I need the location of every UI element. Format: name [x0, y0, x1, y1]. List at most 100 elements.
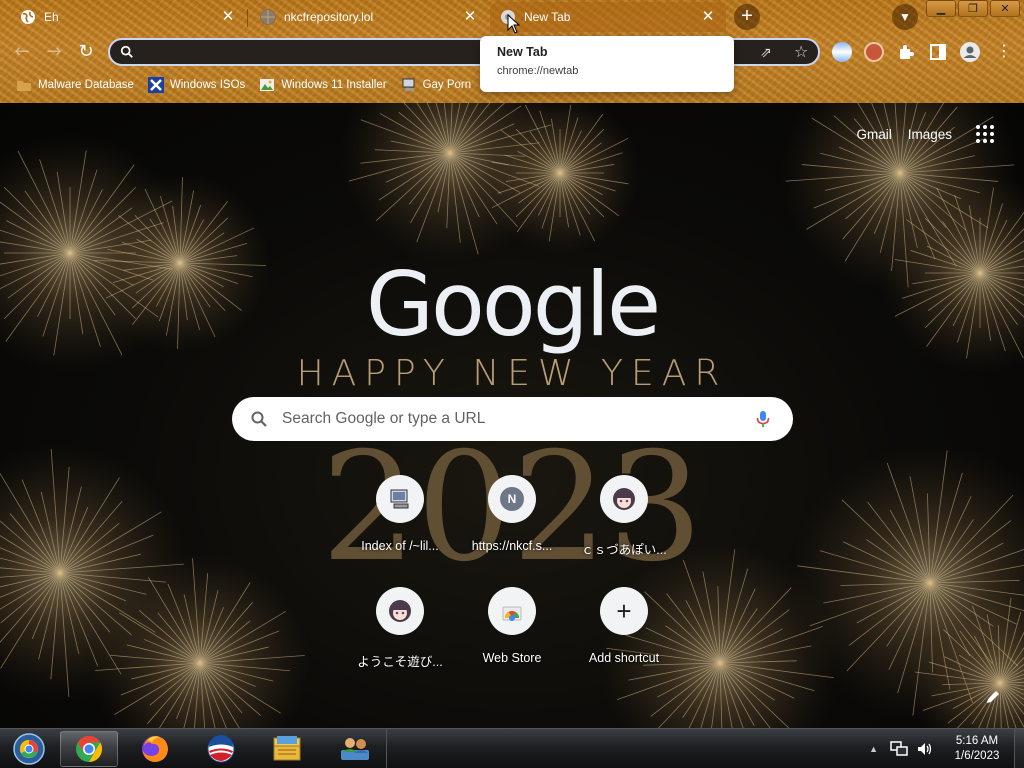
system-tray: ▲ 5:16 AM 1/6/2023 [869, 729, 1024, 768]
taskbar: ▲ 5:16 AM 1/6/2023 [0, 728, 1024, 768]
clock[interactable]: 5:16 AM 1/6/2023 [940, 734, 1014, 764]
anime-avatar-icon [376, 587, 424, 635]
obama-logo-icon [207, 735, 235, 763]
show-desktop-button[interactable] [1014, 729, 1024, 768]
pencil-customize-icon[interactable] [984, 688, 1002, 706]
computer-icon [401, 77, 417, 93]
shortcut-youkoso[interactable]: ようこそ遊び... [344, 587, 456, 670]
x-logo-icon [147, 77, 164, 93]
google-logo[interactable]: Google [0, 253, 1024, 356]
letter-n-icon: N [488, 475, 536, 523]
extension-icon[interactable] [832, 42, 852, 62]
tab-nkcfrepository[interactable]: nkcfrepository.lol ✕ [250, 2, 488, 32]
tab-title: nkcfrepository.lol [284, 10, 374, 24]
computer-icon [376, 475, 424, 523]
folder-icon [16, 77, 32, 93]
profile-avatar[interactable] [960, 42, 980, 62]
shortcut-web-store[interactable]: Web Store [456, 587, 568, 665]
taskbar-divider [386, 729, 387, 768]
start-button[interactable] [0, 731, 58, 767]
mouse-cursor-icon [507, 14, 521, 34]
tooltip-url: chrome://newtab [497, 65, 579, 77]
shortcut-label: Web Store [482, 651, 542, 665]
back-button[interactable]: ← [10, 40, 34, 64]
chrome-icon [76, 735, 103, 763]
volume-icon[interactable] [916, 741, 934, 757]
shortcut-label: ｃｓづあぽい... [581, 543, 667, 557]
shortcut-label: ようこそ遊び... [357, 655, 443, 669]
clock-time: 5:16 AM [955, 735, 999, 747]
globe-icon [20, 9, 36, 25]
anime-avatar-icon [600, 475, 648, 523]
forward-button[interactable]: → [42, 40, 66, 64]
tab-title: New Tab [524, 10, 571, 24]
puzzle-extensions-icon[interactable] [896, 42, 916, 62]
tab-search-button[interactable]: ▼ [892, 4, 918, 30]
gmail-link[interactable]: Gmail [856, 127, 891, 142]
show-hidden-icons-icon[interactable]: ▲ [869, 744, 878, 754]
new-tab-button[interactable]: + [734, 4, 760, 30]
top-links: Gmail Images [856, 125, 994, 143]
reload-icon: ↻ [78, 41, 94, 62]
file-explorer-icon [273, 736, 301, 761]
bookmark-label: Windows ISOs [169, 79, 246, 91]
bookmark-windows11-installer[interactable]: Windows 11 Installer [259, 77, 387, 93]
network-status-icon[interactable] [890, 741, 908, 757]
search-icon [251, 411, 267, 427]
share-icon[interactable]: ⇗ [760, 44, 772, 61]
google-apps-icon[interactable] [976, 125, 994, 143]
plus-glyph: + [616, 596, 632, 626]
bookmark-gay-porn[interactable]: Gay Porn [401, 77, 472, 93]
bookmark-malware-database[interactable]: Malware Database [16, 77, 134, 93]
close-tab-icon[interactable]: ✕ [462, 9, 478, 25]
maximize-button[interactable]: ❐ [958, 0, 988, 17]
shortcut-label: Index of /~lil... [361, 539, 439, 553]
close-tab-icon[interactable]: ✕ [700, 9, 716, 25]
tab-new-tab[interactable]: New Tab ✕ [490, 2, 726, 32]
shortcut-nkcf[interactable]: N https://nkcf.s... [456, 475, 568, 553]
tab-hover-tooltip: New Tab chrome://newtab [480, 36, 734, 92]
bookmark-star-icon[interactable]: ☆ [794, 42, 808, 62]
add-shortcut-button[interactable]: + Add shortcut [568, 587, 680, 665]
taskbar-firefox[interactable] [126, 731, 184, 767]
globe-icon [260, 9, 276, 25]
side-panel-icon[interactable] [928, 42, 948, 62]
kebab-menu-icon[interactable]: ⋮ [994, 42, 1014, 62]
new-tab-page: Gmail Images 2023 Google HAPPY NEW YEAR … [0, 103, 1024, 728]
taskbar-network-people[interactable] [326, 731, 384, 767]
search-icon [120, 45, 133, 58]
taskbar-chrome[interactable] [60, 731, 118, 767]
windows-start-icon [13, 733, 45, 765]
bookmark-windows-isos[interactable]: Windows ISOs [147, 77, 246, 93]
images-link[interactable]: Images [908, 127, 952, 142]
shortcut-label: Add shortcut [588, 651, 660, 665]
tab-separator [247, 9, 248, 27]
arrow-left-icon: ← [14, 41, 30, 62]
shortcut-letter: N [500, 487, 524, 511]
bookmark-label: Gay Porn [422, 79, 472, 91]
search-box[interactable] [232, 397, 793, 441]
web-store-icon [488, 587, 536, 635]
arrow-right-icon: → [46, 41, 62, 62]
chevron-down-icon: ▼ [899, 10, 911, 24]
doodle-happy-new-year: HAPPY NEW YEAR [296, 353, 728, 394]
tab-eh[interactable]: Eh ✕ [10, 2, 246, 32]
reload-button[interactable]: ↻ [74, 40, 98, 64]
taskbar-obama-logo[interactable] [192, 731, 250, 767]
plus-icon: + [600, 587, 648, 635]
shortcut-csdzuapoi[interactable]: ｃｓづあぽい... [568, 475, 680, 558]
bookmark-label: Malware Database [38, 79, 134, 91]
profile-extension-icon[interactable] [864, 42, 884, 62]
clock-date: 1/6/2023 [954, 750, 1000, 762]
close-window-button[interactable]: ✕ [990, 0, 1020, 17]
tooltip-title: New Tab [497, 45, 548, 59]
firefox-icon [142, 736, 168, 762]
minimize-button[interactable]: ▁ [926, 0, 956, 17]
shortcut-index-of[interactable]: Index of /~lil... [344, 475, 456, 553]
shortcut-label: https://nkcf.s... [471, 539, 553, 553]
microphone-icon[interactable] [753, 409, 773, 429]
search-input[interactable] [282, 410, 732, 428]
tab-title: Eh [44, 10, 59, 24]
taskbar-file-explorer[interactable] [258, 731, 316, 767]
close-tab-icon[interactable]: ✕ [220, 9, 236, 25]
